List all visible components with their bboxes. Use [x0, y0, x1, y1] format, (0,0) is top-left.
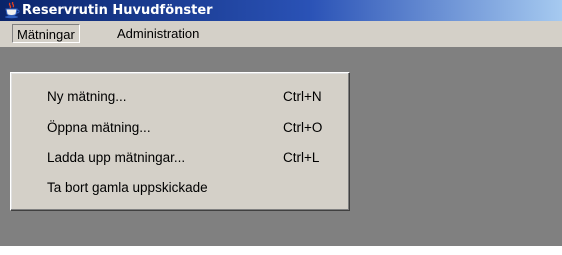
menu-bar: Mätningar Administration [0, 21, 562, 47]
matningar-dropdown-menu: Ny mätning... Ctrl+N Öppna mätning... Ct… [10, 72, 350, 211]
menu-item-ladda-upp-matningar[interactable]: Ladda upp mätningar... Ctrl+L [14, 145, 346, 171]
bottom-strip [0, 246, 562, 255]
menu-item-label: Ladda upp mätningar... [47, 150, 186, 165]
menu-item-label: Ta bort gamla uppskickade [47, 180, 208, 195]
menu-item-shortcut: Ctrl+L [283, 150, 320, 165]
java-cup-icon[interactable] [4, 1, 20, 19]
menu-item-shortcut: Ctrl+O [283, 120, 323, 135]
menu-item-oppna-matning[interactable]: Öppna mätning... Ctrl+O [14, 115, 346, 141]
menu-item-ny-matning[interactable]: Ny mätning... Ctrl+N [14, 84, 346, 110]
title-bar[interactable]: Reservrutin Huvudfönster [0, 0, 562, 21]
menu-matningar[interactable]: Mätningar [12, 24, 80, 43]
menu-item-label: Öppna mätning... [47, 120, 151, 135]
main-window: Reservrutin Huvudfönster Mätningar Admin… [0, 0, 562, 255]
menu-administration[interactable]: Administration [112, 24, 204, 43]
menu-item-shortcut: Ctrl+N [283, 89, 322, 104]
window-title: Reservrutin Huvudfönster [22, 3, 213, 18]
menu-item-ta-bort-gamla[interactable]: Ta bort gamla uppskickade [14, 175, 346, 201]
menu-item-label: Ny mätning... [47, 89, 127, 104]
